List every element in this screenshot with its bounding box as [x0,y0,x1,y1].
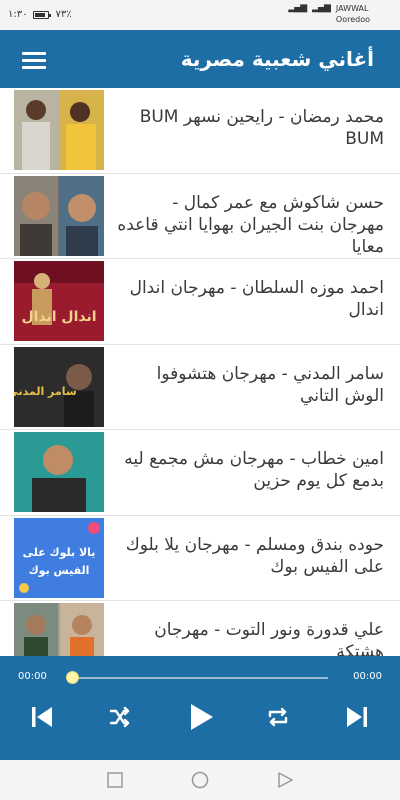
repeat-icon[interactable] [261,700,295,734]
carrier-1: JAWWAL [335,4,369,13]
list-item[interactable]: حسن شاكوش مع عمر كمال - مهرجان بنت الجير… [0,173,400,259]
list-item[interactable]: يالا بلوك على الفيس بوك حوده بندق ومسلم … [0,515,400,601]
song-title: علي قدورة ونور التوت - مهرجان هشتكة [154,620,384,656]
carrier-2: Ooredoo [335,15,370,24]
song-title: حوده بندق ومسلم - مهرجان يلا بلوك على ال… [125,534,384,577]
song-title: حسن شاكوش مع عمر كمال - مهرجان بنت الجير… [117,192,384,257]
thumbnail-text-2: الفيس بوك [29,564,90,577]
progress-slider[interactable] [66,671,328,684]
song-thumbnail: سامر المدني [14,346,104,427]
carrier-names: JAWWAL Ooredoo [336,3,370,25]
list-item[interactable]: محمد رمضان - رايحين نسهر BUM BUM [0,88,400,174]
list-item[interactable]: سامر المدني سامر المدني - مهرجان هتشوفوا… [0,344,400,430]
song-list[interactable]: محمد رمضان - رايحين نسهر BUM BUM حسن شاك… [0,88,400,656]
app-header: أغاني شعبية مصرية [0,30,400,88]
song-title: محمد رمضان - رايحين نسهر BUM BUM [139,107,384,149]
list-item[interactable]: امين خطاب - مهرجان مش مجمع ليه بدمع كل ي… [0,430,400,516]
signal-icon: ▂▄▆ [288,3,307,13]
status-bar: ١:٣٠ ٧٣٪ ▂▄▆ ▂▄▆ JAWWAL Ooredoo [0,0,400,30]
shuffle-icon[interactable] [103,700,137,734]
song-thumbnail [14,432,104,512]
battery-percent: ٧٣٪ [55,9,72,20]
battery-icon [33,10,52,19]
skip-next-icon[interactable] [340,700,374,734]
status-right: ▂▄▆ ▂▄▆ JAWWAL Ooredoo [288,3,370,25]
total-time: 00:00 [353,671,382,682]
song-thumbnail [14,90,104,170]
signal-icon-2: ▂▄▆ [312,3,331,13]
song-title: امين خطاب - مهرجان مش مجمع ليه بدمع كل ي… [124,449,384,491]
play-icon[interactable] [183,700,217,734]
song-thumbnail: اندال اندال [14,261,104,341]
song-title: احمد موزه السلطان - مهرجان اندال اندال [129,278,384,320]
list-item[interactable]: علي قدورة ونور التوت - مهرجان هشتكة [0,601,400,656]
song-title: سامر المدني - مهرجان هتشوفوا الوش التاني [156,363,384,406]
back-icon[interactable] [275,770,295,790]
current-time: 00:00 [18,671,47,682]
skip-previous-icon[interactable] [25,700,59,734]
home-icon[interactable] [190,770,210,790]
thumbnail-text: اندال اندال [21,309,96,325]
hamburger-menu-icon[interactable] [22,52,46,69]
status-left: ١:٣٠ ٧٣٪ [8,9,72,20]
system-nav-bar [0,760,400,800]
thumbnail-text: سامر المدني [14,385,77,398]
song-thumbnail [14,175,104,256]
list-item[interactable]: اندال اندال احمد موزه السلطان - مهرجان ا… [0,259,400,345]
recents-icon[interactable] [105,770,125,790]
thumbnail-text-1: يالا بلوك على [23,546,96,559]
player-controls [0,700,400,734]
song-thumbnail: يالا بلوك على الفيس بوك [14,517,104,598]
page-title: أغاني شعبية مصرية [180,47,374,71]
media-player: 00:00 00:00 [0,656,400,760]
progress-knob[interactable] [66,671,79,684]
clock: ١:٣٠ [8,9,28,20]
song-thumbnail [14,603,104,656]
